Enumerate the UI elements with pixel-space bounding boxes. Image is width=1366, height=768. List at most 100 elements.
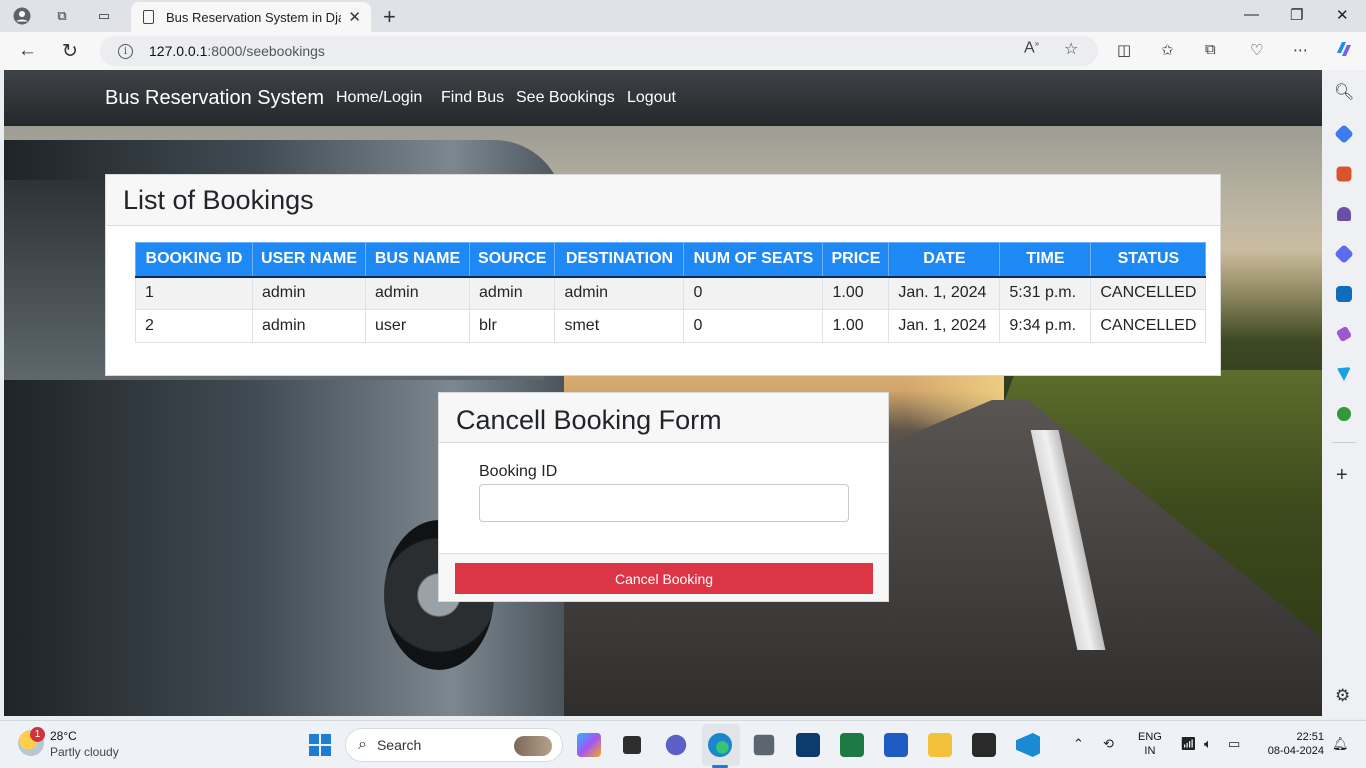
cell-destination: smet — [554, 309, 685, 343]
search-highlight-image — [514, 736, 552, 756]
cell-status: CANCELLED — [1090, 276, 1207, 310]
url-field[interactable]: i 127.0.0.1 :8000/seebookings — [100, 36, 1098, 66]
url-path: :8000/seebookings — [207, 43, 325, 59]
battery-icon[interactable]: ▭ — [1228, 736, 1240, 752]
active-tab[interactable]: Bus Reservation System in Django ✕ — [131, 2, 371, 32]
copilot-icon[interactable] — [1334, 39, 1354, 63]
nav-find-bus[interactable]: Find Bus — [441, 89, 504, 107]
favorite-star-icon[interactable]: ☆ — [1064, 39, 1078, 59]
network-sync-icon[interactable]: ⟲ — [1103, 736, 1114, 752]
language-indicator[interactable]: ENG IN — [1138, 730, 1162, 758]
table-row: 2 admin user blr smet 0 1.00 Jan. 1, 202… — [135, 309, 1207, 343]
cell-destination: admin — [554, 276, 685, 310]
column-header: USER NAME — [251, 242, 367, 278]
cancel-booking-button[interactable]: Cancel Booking — [455, 563, 873, 594]
cell-booking-id: 2 — [135, 309, 253, 343]
column-header: PRICE — [822, 242, 890, 278]
weather-temperature[interactable]: 28°C — [50, 729, 77, 743]
clock-time: 22:51 — [1296, 731, 1324, 743]
cell-user-name: admin — [251, 309, 367, 343]
booking-id-label: Booking ID — [479, 463, 558, 480]
back-icon[interactable]: ← — [18, 40, 37, 62]
teams-icon[interactable] — [665, 734, 687, 756]
page-viewport: Bus Reservation System Home/Login Find B… — [4, 70, 1322, 716]
browser-tab-bar: ⧉ ▭ Bus Reservation System in Django ✕ +… — [0, 0, 1366, 32]
collections-icon[interactable]: ⧉ — [1205, 41, 1216, 58]
clock-date: 08-04-2024 — [1267, 745, 1324, 757]
sidebar-settings-icon[interactable]: ⚙ — [1335, 686, 1350, 706]
window-close-icon[interactable]: ✕ — [1336, 6, 1349, 24]
search-icon[interactable]: 🔍︎ — [1334, 82, 1354, 102]
cell-bus-name: user — [365, 309, 471, 343]
excel-icon[interactable] — [840, 733, 864, 757]
column-header: DESTINATION — [554, 242, 685, 278]
browser-essentials-icon[interactable]: ♡ — [1250, 41, 1263, 59]
clock[interactable]: 22:51 08-04-2024 — [1262, 730, 1324, 758]
cell-num-seats: 0 — [683, 276, 824, 310]
cell-bus-name: admin — [365, 276, 471, 310]
column-header: BUS NAME — [365, 242, 471, 278]
navbar-brand[interactable]: Bus Reservation System — [105, 87, 324, 110]
booking-id-input[interactable] — [479, 484, 849, 522]
weather-badge: 1 — [30, 727, 45, 742]
minimize-icon[interactable]: — — [1244, 6, 1259, 23]
language-code: ENG — [1138, 731, 1162, 743]
microsoft-365-icon[interactable] — [1334, 244, 1354, 264]
nav-see-bookings[interactable]: See Bookings — [516, 89, 615, 107]
language-region: IN — [1144, 745, 1156, 757]
profile-icon[interactable] — [12, 6, 32, 26]
nav-logout[interactable]: Logout — [627, 89, 676, 107]
page-icon — [143, 10, 154, 24]
address-bar-row: ← ↻ i 127.0.0.1 :8000/seebookings A» ☆ ◫… — [0, 32, 1366, 70]
close-tab-icon[interactable]: ✕ — [348, 8, 361, 26]
windows-taskbar: 1 28°C Partly cloudy ⌕ Search ⌃ ⟲ ENG IN… — [0, 720, 1366, 768]
taskbar-search[interactable]: ⌕ Search — [345, 728, 563, 762]
bookings-table: BOOKING ID USER NAME BUS NAME SOURCE DES… — [135, 242, 1207, 343]
cell-date: Jan. 1, 2024 — [888, 309, 1001, 343]
cell-time: 5:31 p.m. — [999, 276, 1092, 310]
add-sidebar-app-icon[interactable]: + — [1336, 464, 1348, 487]
refresh-icon[interactable]: ↻ — [62, 40, 78, 63]
word-icon[interactable] — [884, 733, 908, 757]
cell-user-name: admin — [251, 276, 367, 310]
notifications-bell-icon[interactable]: 🔔︎ — [1332, 736, 1349, 752]
edge-sidebar: 🔍︎ + ⚙ — [1322, 70, 1366, 718]
cell-date: Jan. 1, 2024 — [888, 276, 1001, 310]
tab-title: Bus Reservation System in Django — [166, 9, 341, 25]
dev-home-icon[interactable] — [796, 733, 820, 757]
start-button[interactable] — [309, 734, 331, 756]
volume-icon[interactable]: 🔈︎ — [1204, 736, 1212, 752]
taskbar-search-placeholder: Search — [376, 737, 422, 753]
drop-icon[interactable] — [1337, 367, 1351, 381]
favorites-icon[interactable]: ✩ — [1161, 41, 1174, 59]
copilot-taskbar-icon[interactable] — [577, 733, 601, 757]
weather-description[interactable]: Partly cloudy — [50, 745, 119, 759]
task-view-icon[interactable] — [623, 736, 641, 754]
workspaces-icon[interactable]: ⧉ — [52, 6, 72, 26]
site-navbar: Bus Reservation System Home/Login Find B… — [4, 70, 1322, 126]
file-explorer-icon[interactable] — [928, 733, 952, 757]
terminal-icon[interactable] — [972, 733, 996, 757]
url-host: 127.0.0.1 — [149, 43, 208, 59]
restore-icon[interactable]: ❐ — [1290, 6, 1303, 24]
outlook-icon[interactable] — [1336, 286, 1352, 302]
wifi-icon[interactable]: 📶︎ — [1180, 736, 1197, 752]
tools-icon[interactable] — [1336, 166, 1352, 182]
camera-icon[interactable] — [753, 734, 775, 756]
nav-home-login[interactable]: Home/Login — [336, 89, 422, 107]
site-info-icon[interactable]: i — [118, 43, 133, 59]
vscode-icon[interactable] — [1016, 733, 1040, 757]
designer-icon[interactable] — [1335, 325, 1353, 343]
column-header: DATE — [888, 242, 1001, 278]
tree-icon[interactable] — [1337, 407, 1351, 421]
sidebar-divider — [1332, 442, 1356, 443]
tab-actions-icon[interactable]: ▭ — [94, 6, 114, 26]
read-aloud-icon[interactable]: A» — [1024, 39, 1039, 57]
games-icon[interactable] — [1337, 207, 1351, 221]
split-screen-icon[interactable]: ◫ — [1117, 41, 1131, 59]
shopping-tag-icon[interactable] — [1334, 124, 1354, 144]
new-tab-icon[interactable]: + — [383, 4, 396, 30]
more-menu-icon[interactable]: ⋯ — [1293, 41, 1308, 59]
show-hidden-icons[interactable]: ⌃ — [1073, 736, 1084, 752]
column-header: SOURCE — [469, 242, 556, 278]
